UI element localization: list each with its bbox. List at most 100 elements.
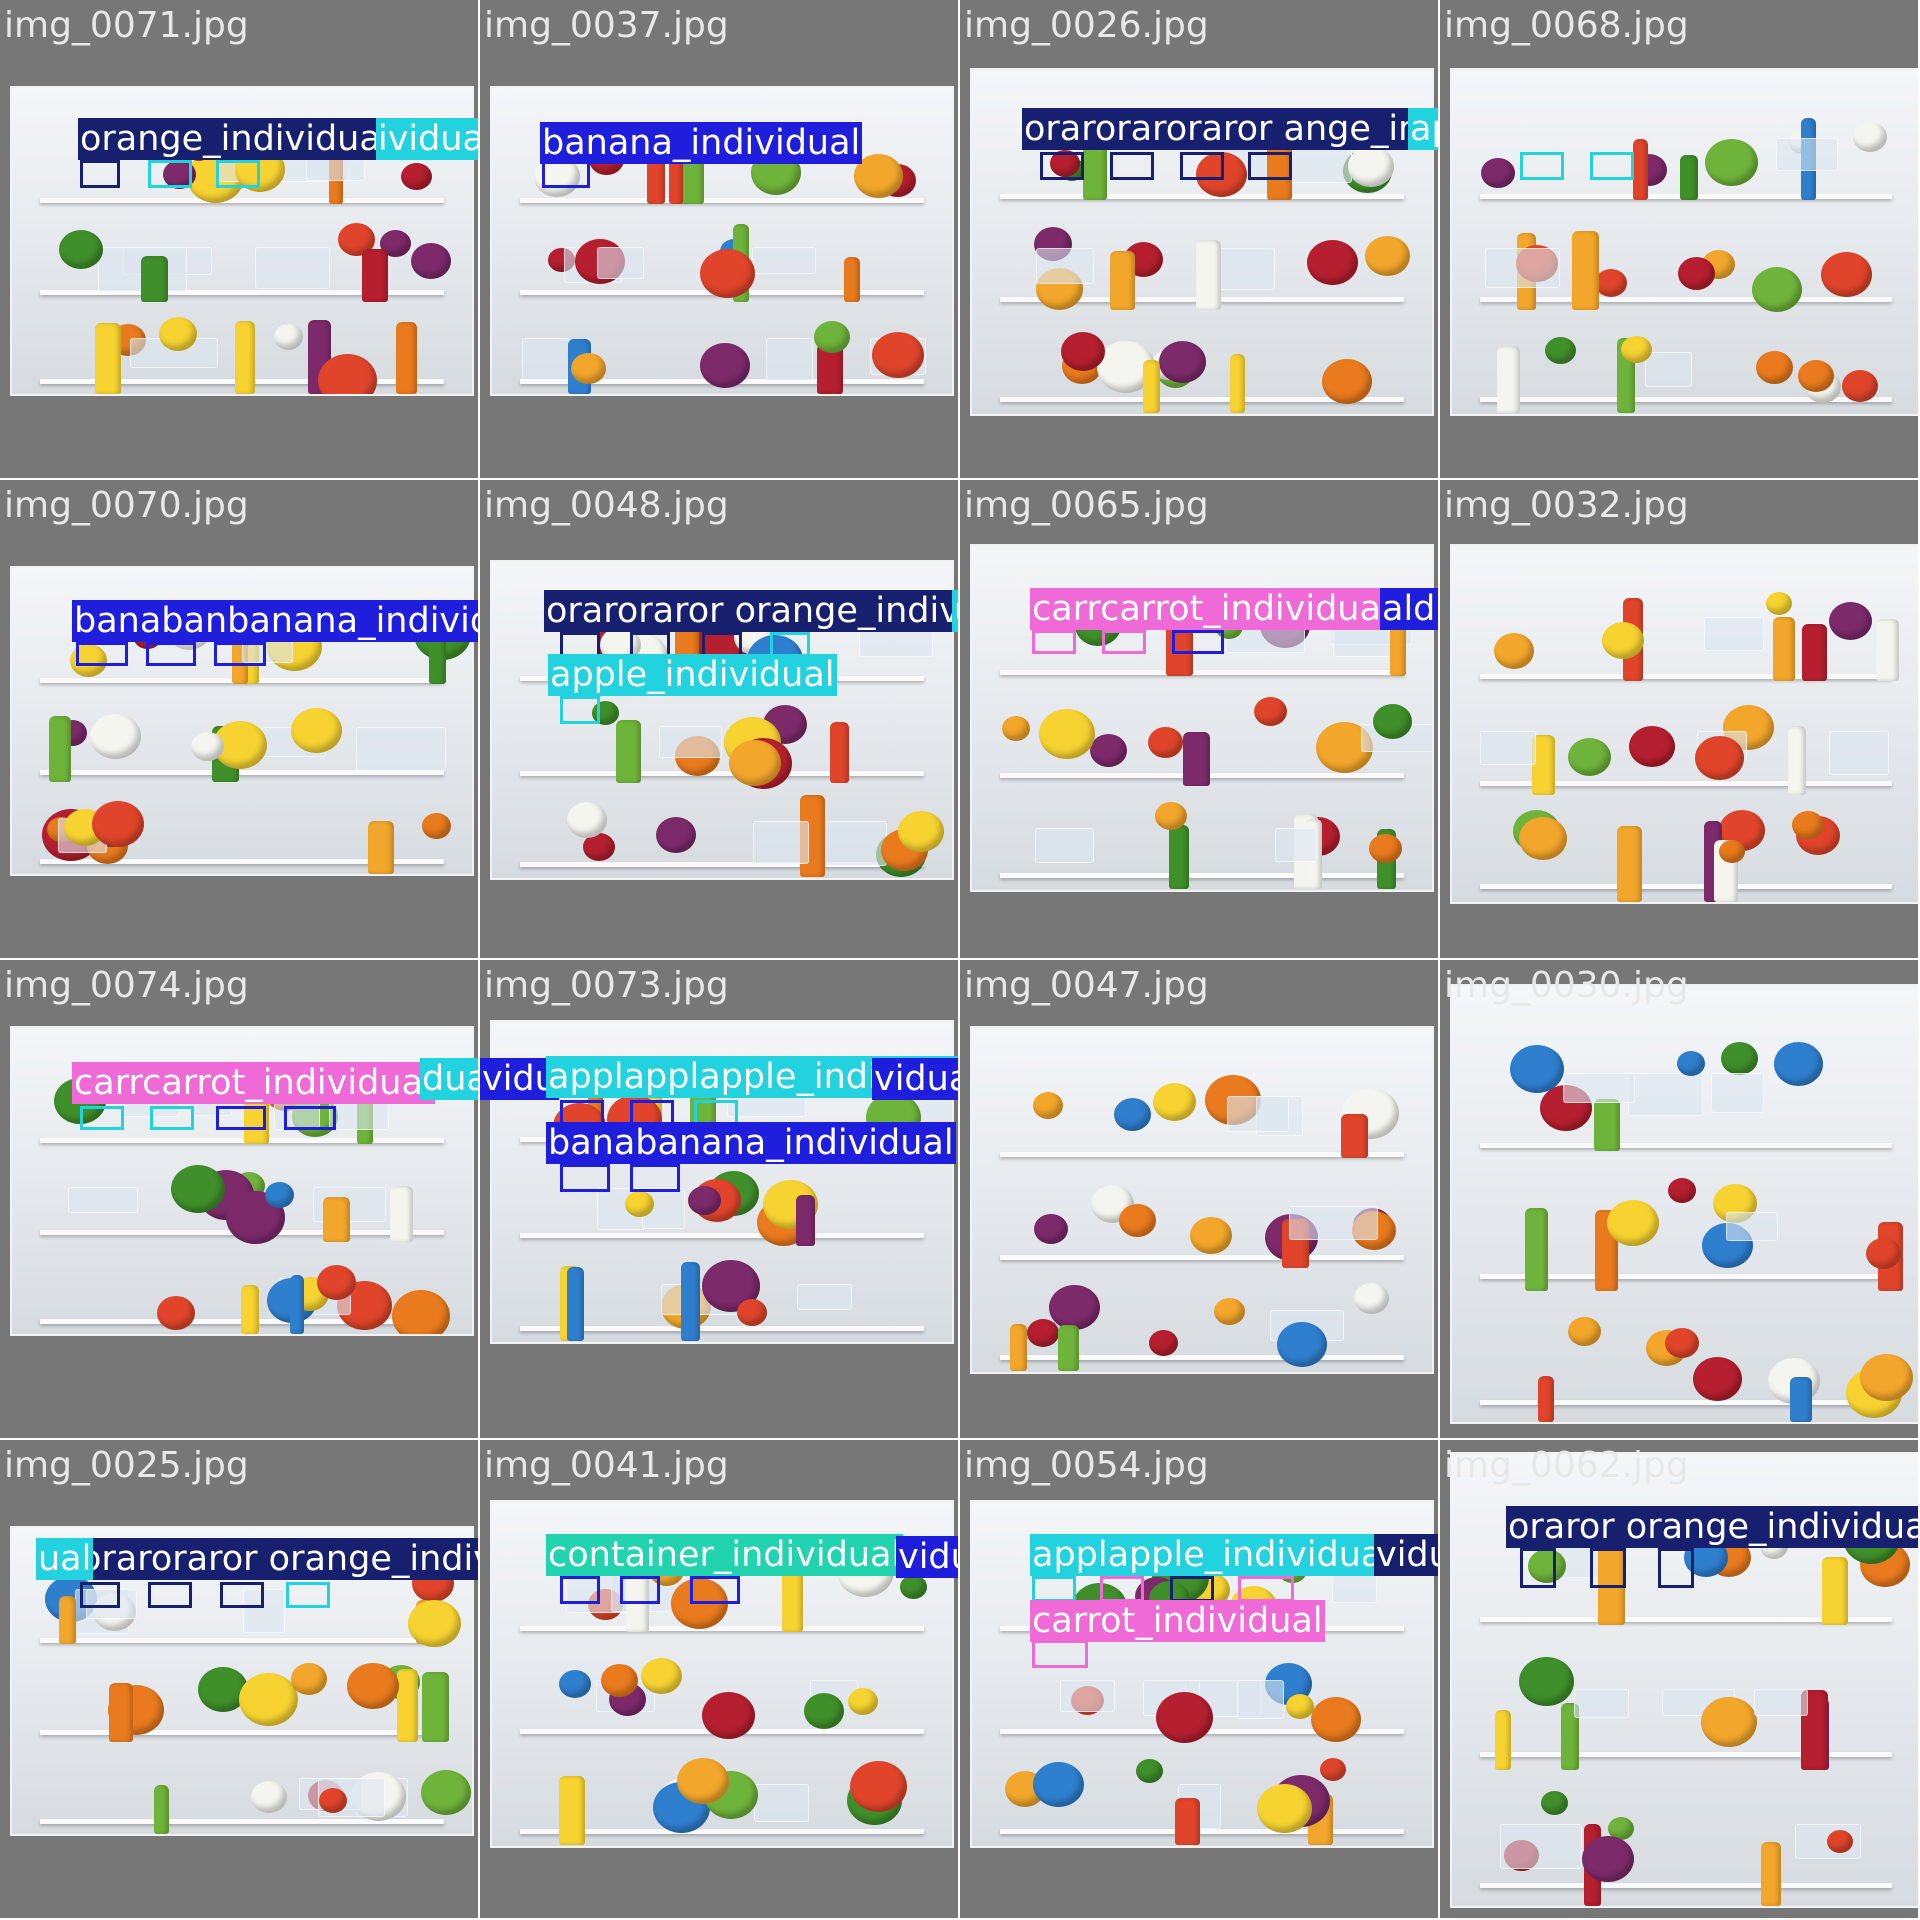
container-item	[1829, 731, 1889, 775]
bottle-item	[1230, 354, 1245, 413]
container-item	[752, 247, 816, 274]
bottle-item	[49, 716, 71, 782]
fridge-shelf	[999, 193, 1405, 199]
detection-box	[1180, 152, 1224, 180]
bottle-item	[1876, 619, 1899, 681]
bottle-item	[567, 1267, 584, 1341]
detection-label: vidual	[872, 1058, 958, 1100]
fridge-shelf	[999, 872, 1405, 878]
produce-item	[239, 1673, 298, 1726]
produce-item	[1156, 1692, 1213, 1743]
produce-item	[1629, 726, 1675, 767]
produce-item	[1860, 1354, 1913, 1401]
container-item	[1220, 248, 1275, 290]
mosaic-cell: img_0071.jpg orange_individualividual	[0, 0, 478, 478]
produce-item	[1766, 592, 1792, 615]
produce-item	[641, 1658, 682, 1694]
cell-filename: img_0068.jpg	[1444, 5, 1689, 46]
produce-item	[1607, 1200, 1659, 1246]
produce-item	[319, 1788, 347, 1813]
detection-box	[76, 642, 128, 666]
bottle-item	[59, 1596, 76, 1644]
produce-item	[1792, 811, 1824, 839]
fridge-shelf	[519, 1233, 925, 1239]
produce-item	[1695, 736, 1744, 780]
detection-box	[148, 1582, 192, 1608]
detection-box	[80, 1582, 120, 1608]
bottle-item	[844, 257, 860, 302]
produce-item	[1119, 1204, 1156, 1237]
detection-label: orange_individual	[78, 118, 393, 160]
produce-item	[401, 163, 432, 190]
bottle-item	[1633, 139, 1648, 200]
detection-box	[1110, 152, 1154, 180]
container-item	[1275, 828, 1317, 862]
produce-item	[1721, 1042, 1758, 1075]
produce-item	[392, 1290, 450, 1334]
detection-box	[150, 1106, 194, 1130]
detection-box	[284, 1106, 336, 1130]
cell-filename: img_0048.jpg	[484, 485, 729, 526]
mosaic-cell: img_0025.jpg oraroraror orange_individual…	[0, 1440, 478, 1918]
produce-item	[1582, 1836, 1634, 1882]
produce-item	[1568, 1317, 1601, 1346]
detection-box	[1238, 1576, 1294, 1602]
produce-item	[1827, 1830, 1853, 1853]
container-item	[356, 727, 446, 771]
cell-filename: img_0062.jpg	[1444, 1445, 1689, 1486]
produce-item	[688, 1186, 721, 1215]
container-item	[1035, 828, 1094, 863]
detection-box	[542, 160, 590, 188]
bottle-item	[796, 1195, 815, 1246]
detection-label: ual	[952, 590, 958, 632]
detection-box	[560, 1576, 600, 1604]
produce-item	[274, 324, 303, 350]
detection-box	[1248, 152, 1292, 180]
produce-item	[1701, 1697, 1757, 1747]
fridge-shelf	[1480, 1142, 1892, 1148]
produce-item	[1061, 332, 1105, 371]
produce-item	[656, 817, 696, 853]
fridge-shelf	[1480, 1883, 1892, 1889]
bottle-item	[1525, 1208, 1548, 1291]
produce-item	[1821, 252, 1872, 297]
produce-item	[702, 1692, 755, 1739]
produce-item	[1853, 122, 1887, 152]
detection-box	[216, 1106, 266, 1130]
container-item	[1574, 1689, 1629, 1718]
container-item	[522, 338, 569, 380]
bottle-item	[1680, 155, 1698, 200]
bottle-item	[422, 1672, 449, 1742]
detection-label: oraroraror orange_individual	[78, 1538, 478, 1580]
detection-label: oraror orange_individual	[1506, 1506, 1918, 1548]
produce-item	[1034, 1214, 1068, 1244]
produce-item	[159, 317, 197, 351]
detection-box	[560, 1164, 610, 1192]
produce-item	[1693, 1357, 1742, 1401]
cell-filename: img_0026.jpg	[964, 5, 1209, 46]
detection-label: apple_individual	[548, 654, 837, 696]
mosaic-cell: img_0054.jpgapplapple_individualvidualua…	[960, 1440, 1438, 1918]
mosaic-cell: img_0037.jpg banana_individual	[480, 0, 958, 478]
detection-label: oraroraror orange_individual	[544, 590, 958, 632]
mosaic-cell: img_0041.jpg container_individualvidual	[480, 1440, 958, 1918]
fridge-shelf	[39, 1138, 445, 1144]
bottle-item	[1341, 1114, 1368, 1158]
produce-item	[171, 1165, 225, 1213]
fridge-shelf	[1480, 674, 1892, 680]
mosaic-cell: img_0074.jpg carrcarrot_individualdual	[0, 960, 478, 1438]
produce-item	[347, 1663, 399, 1709]
container-item	[1628, 1073, 1703, 1116]
detection-label: applapple_individual	[1030, 1534, 1395, 1576]
detection-box	[216, 160, 260, 188]
produce-item	[1348, 146, 1394, 187]
detection-box	[220, 1582, 264, 1608]
produce-item	[1510, 1045, 1564, 1093]
bottle-item	[1802, 624, 1827, 681]
produce-item	[1621, 336, 1652, 363]
produce-item	[1373, 704, 1412, 739]
produce-item	[1027, 1319, 1059, 1347]
fridge-shelf	[519, 1625, 925, 1631]
detection-label: applapple_individual	[1408, 108, 1438, 150]
produce-item	[1678, 257, 1715, 290]
